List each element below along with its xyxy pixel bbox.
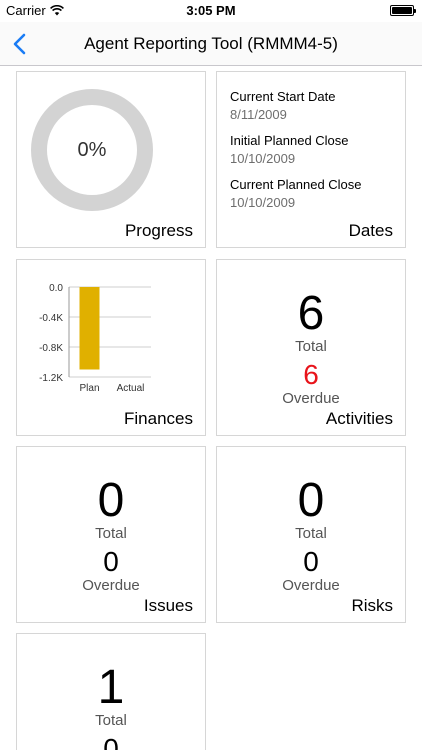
- risks-counts: 0 Total 0 Overdue: [217, 477, 405, 595]
- activities-total-label: Total: [295, 338, 327, 355]
- dates-tile-label: Dates: [348, 221, 393, 240]
- date-item: Current Planned Close 10/10/2009: [230, 176, 362, 212]
- partial-total-label: Total: [95, 712, 127, 729]
- risks-overdue-label: Overdue: [282, 577, 340, 594]
- issues-overdue-label: Overdue: [82, 577, 140, 594]
- battery-icon: [390, 5, 416, 16]
- issues-counts: 0 Total 0 Overdue: [17, 477, 205, 595]
- finances-chart: 0.0 -0.4K -0.8K -1.2K Plan Actual: [39, 283, 151, 394]
- navigation-bar: Agent Reporting Tool (RMMM4-5): [0, 22, 422, 66]
- dates-tile[interactable]: Current Start Date 8/11/2009 Initial Pla…: [216, 71, 406, 248]
- y-tick-label: -0.8K: [39, 343, 63, 354]
- date-item: Initial Planned Close 10/10/2009: [230, 132, 362, 168]
- status-time: 3:05 PM: [186, 3, 236, 18]
- bar: [79, 287, 100, 370]
- issues-overdue-value: 0: [103, 546, 119, 577]
- y-tick-label: -1.2K: [39, 373, 63, 384]
- risks-overdue-value: 0: [303, 546, 319, 577]
- progress-tile[interactable]: 0% Progress: [16, 71, 206, 248]
- date-value: 10/10/2009: [230, 195, 296, 210]
- activities-counts: 6 Total 6 Overdue: [217, 290, 405, 408]
- status-bar: Carrier 3:05 PM: [0, 0, 422, 22]
- finances-tile-label: Finances: [124, 409, 193, 428]
- issues-total-value: 0: [97, 474, 125, 527]
- y-tick-label: -0.4K: [39, 313, 63, 324]
- date-list: Current Start Date 8/11/2009 Initial Pla…: [230, 88, 362, 220]
- y-tick-label: 0.0: [49, 283, 63, 294]
- partial-total-value: 1: [97, 661, 125, 714]
- date-value: 10/10/2009: [230, 151, 296, 166]
- x-tick-label: Plan: [79, 383, 99, 394]
- partial-overdue-value: 0: [103, 733, 119, 750]
- activities-total-value: 6: [297, 287, 325, 340]
- partial-counts: 1 Total 0: [17, 664, 205, 750]
- risks-tile-label: Risks: [351, 596, 393, 615]
- progress-value: 0%: [77, 138, 107, 161]
- risks-total-value: 0: [297, 474, 325, 527]
- risks-total-label: Total: [295, 525, 327, 542]
- date-label: Current Planned Close: [230, 177, 362, 192]
- activities-tile-label: Activities: [325, 409, 393, 428]
- x-tick-label: Actual: [117, 383, 145, 394]
- page-title: Agent Reporting Tool (RMMM4-5): [84, 34, 338, 53]
- finances-tile[interactable]: 0.0 -0.4K -0.8K -1.2K Plan Actual Finances: [16, 259, 206, 436]
- date-value: 8/11/2009: [230, 107, 287, 122]
- date-label: Current Start Date: [230, 89, 336, 104]
- issues-tile[interactable]: 0 Total 0 Overdue Issues: [16, 446, 206, 623]
- activities-overdue-value: 6: [303, 359, 319, 390]
- issues-total-label: Total: [95, 525, 127, 542]
- date-item: Current Start Date 8/11/2009: [230, 88, 362, 124]
- progress-tile-label: Progress: [124, 221, 193, 240]
- partial-tile[interactable]: 1 Total 0: [16, 633, 206, 750]
- activities-tile[interactable]: 6 Total 6 Overdue Activities: [216, 259, 406, 436]
- risks-tile[interactable]: 0 Total 0 Overdue Risks: [216, 446, 406, 623]
- issues-tile-label: Issues: [143, 596, 193, 615]
- activities-overdue-label: Overdue: [282, 390, 340, 407]
- date-label: Initial Planned Close: [230, 133, 349, 148]
